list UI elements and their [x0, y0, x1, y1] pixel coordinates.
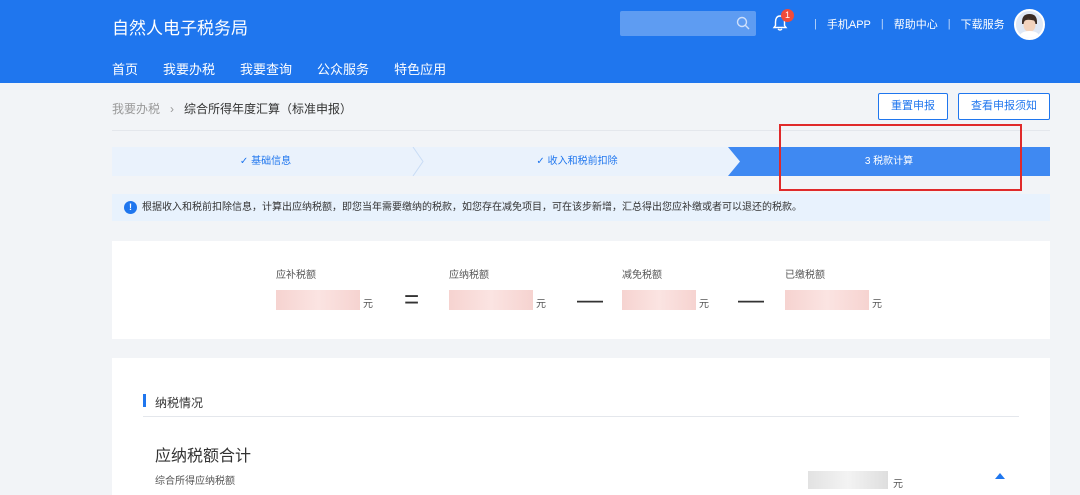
search-icon[interactable] [736, 16, 750, 30]
section-marker [143, 394, 146, 407]
view-notice-button[interactable]: 查看申报须知 [958, 93, 1050, 120]
formula-item-tax-paid: 已缴税额 元 [785, 266, 882, 310]
breadcrumb-current: 综合所得年度汇算（标准申报） [184, 102, 353, 116]
reset-declaration-button[interactable]: 重置申报 [878, 93, 948, 120]
section-title: 纳税情况 [155, 396, 204, 410]
minus-sign: — [738, 284, 764, 314]
formula-value-redacted [785, 290, 869, 310]
link-mobile-app[interactable]: 手机APP [827, 16, 871, 32]
section-divider [143, 416, 1019, 417]
nav-special-apps[interactable]: 特色应用 [394, 59, 446, 78]
formula-label: 应纳税额 [449, 270, 489, 281]
formula-item-tax-payable: 应纳税额 元 [449, 266, 546, 310]
separator: | [947, 18, 951, 30]
info-tip: ! 根据收入和税前扣除信息，计算出应纳税额，即您当年需要缴纳的税款，如您存在减免… [112, 194, 1050, 221]
separator: | [814, 18, 817, 30]
collapse-up-icon[interactable] [995, 473, 1005, 479]
step-income-deduction[interactable]: ✓ 收入和税前扣除 [422, 147, 732, 176]
formula-value-redacted [449, 290, 533, 310]
formula-unit: 元 [699, 299, 709, 310]
chevron-right-icon: › [170, 101, 175, 116]
separator: | [880, 18, 884, 30]
user-avatar-icon [1016, 11, 1043, 38]
formula-value-redacted [622, 290, 696, 310]
nav-home[interactable]: 首页 [112, 59, 138, 78]
summary-title: 应纳税额合计 [155, 448, 252, 465]
formula-unit: 元 [536, 299, 546, 310]
main-nav: 首页 我要办税 我要查询 公众服务 特色应用 [112, 59, 471, 78]
nav-public-service[interactable]: 公众服务 [317, 59, 369, 78]
nav-query[interactable]: 我要查询 [240, 59, 292, 78]
minus-sign: — [577, 284, 603, 314]
link-help-center[interactable]: 帮助中心 [894, 16, 938, 32]
formula-label: 已缴税额 [785, 270, 825, 281]
breadcrumb: 我要办税 › 综合所得年度汇算（标准申报） [112, 100, 352, 117]
formula-value-redacted [276, 290, 360, 310]
link-download[interactable]: 下载服务 [961, 16, 1005, 32]
annotation-highlight-box [779, 124, 1022, 191]
breadcrumb-parent[interactable]: 我要办税 [112, 100, 160, 117]
summary-subtitle: 综合所得应纳税额 [155, 476, 235, 487]
notification-badge: 1 [781, 9, 794, 22]
top-header: 自然人电子税务局 首页 我要办税 我要查询 公众服务 特色应用 1 | 手机AP… [0, 0, 1080, 83]
header-links: | 手机APP | 帮助中心 | 下载服务 [804, 16, 1005, 32]
step-basic-info[interactable]: ✓ 基础信息 [112, 147, 419, 176]
equals-sign: = [404, 284, 420, 314]
avatar[interactable] [1014, 9, 1045, 40]
site-brand[interactable]: 自然人电子税务局 [112, 14, 248, 39]
search-input[interactable] [620, 11, 756, 36]
formula-label: 应补税额 [276, 270, 316, 281]
summary-value-redacted [808, 471, 888, 489]
formula-unit: 元 [872, 299, 882, 310]
nav-do-tax[interactable]: 我要办税 [163, 59, 215, 78]
formula-item-tax-due: 应补税额 元 [276, 266, 373, 310]
formula-item-tax-exemption: 减免税额 元 [622, 266, 709, 310]
tax-formula-card: 应补税额 元 = 应纳税额 元 — 减免税额 元 — 已缴税额 元 [112, 241, 1050, 339]
tax-situation-panel: 纳税情况 应纳税额合计 综合所得应纳税额 元 [112, 358, 1050, 495]
info-icon: ! [124, 201, 137, 214]
tip-text: 根据收入和税前扣除信息，计算出应纳税额，即您当年需要缴纳的税款，如您存在减免项目… [142, 202, 802, 213]
summary-unit: 元 [893, 479, 903, 490]
formula-unit: 元 [363, 299, 373, 310]
formula-label: 减免税额 [622, 270, 662, 281]
